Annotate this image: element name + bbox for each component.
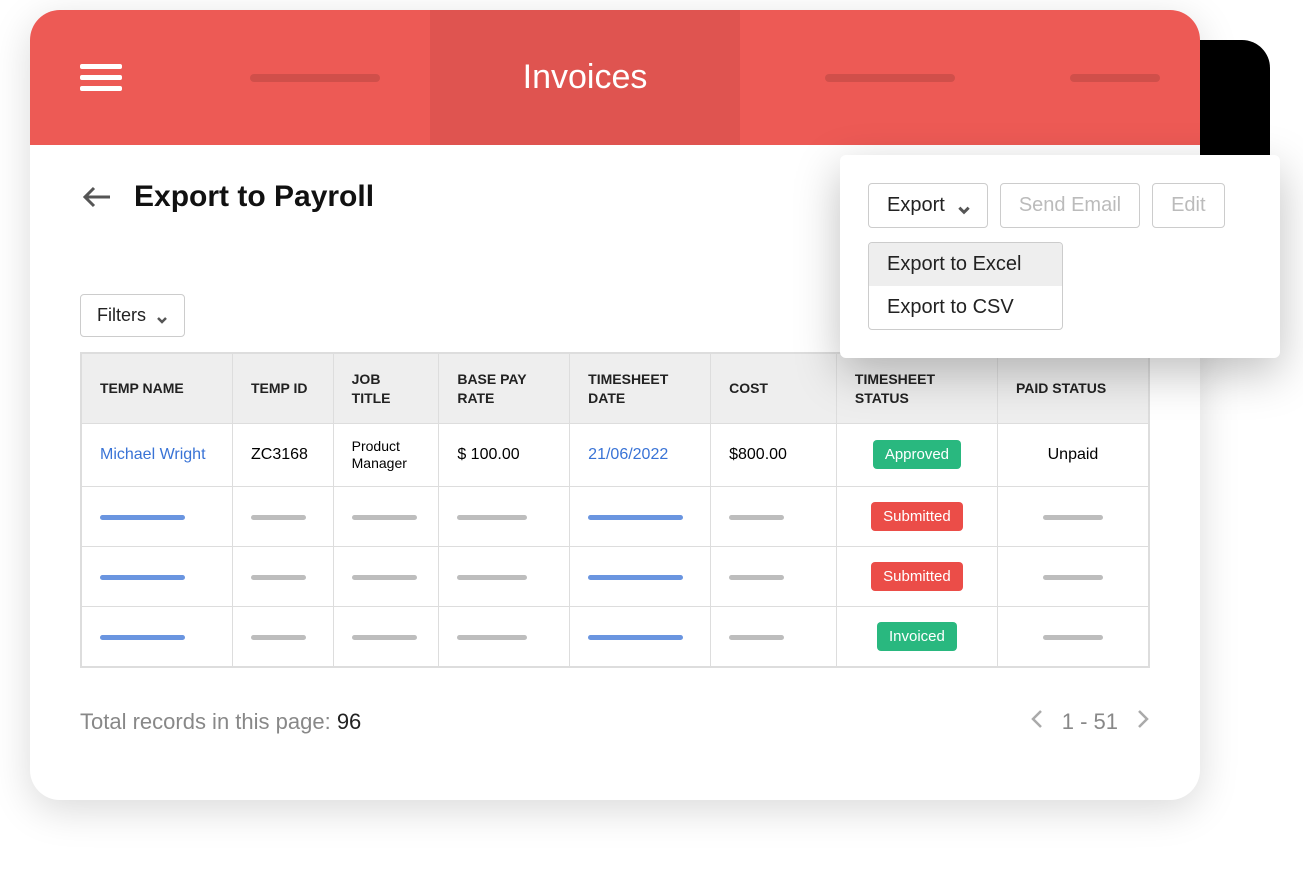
chevron-down-icon: [957, 200, 969, 212]
cell-base-pay-rate: $ 100.00: [439, 424, 570, 487]
cell-timesheet-date[interactable]: [570, 486, 711, 546]
col-cost[interactable]: COST: [711, 354, 837, 424]
cell-paid-status: [997, 606, 1148, 666]
cell-cost: [711, 606, 837, 666]
cell-timesheet-status: Submitted: [836, 486, 997, 546]
export-to-excel-item[interactable]: Export to Excel: [869, 243, 1062, 286]
nav-tab-label: Invoices: [523, 58, 648, 97]
cell-temp-name[interactable]: [82, 606, 233, 666]
export-button[interactable]: Export: [868, 183, 988, 228]
pager: 1 - 51: [1030, 708, 1150, 736]
cell-paid-status: [997, 546, 1148, 606]
nav-tab-invoices[interactable]: Invoices: [430, 10, 740, 145]
cell-paid-status: Unpaid: [997, 424, 1148, 487]
cell-timesheet-date[interactable]: 21/06/2022: [570, 424, 711, 487]
cell-timesheet-date[interactable]: [570, 546, 711, 606]
pager-next-icon[interactable]: [1136, 708, 1150, 736]
cell-temp-name[interactable]: [82, 546, 233, 606]
cell-temp-id: ZC3168: [232, 424, 333, 487]
status-badge: Submitted: [871, 502, 963, 531]
status-badge: Submitted: [871, 562, 963, 591]
col-temp-name[interactable]: TEMP NAME: [82, 354, 233, 424]
cell-job-title: [333, 606, 439, 666]
table-row[interactable]: Submitted: [82, 546, 1149, 606]
col-base-pay-rate[interactable]: BASE PAY RATE: [439, 354, 570, 424]
send-email-label: Send Email: [1019, 194, 1121, 217]
filters-button[interactable]: Filters: [80, 294, 185, 337]
actions-panel: Export Send Email Edit Export to Excel E…: [840, 155, 1280, 358]
pager-range: 1 - 51: [1062, 709, 1118, 735]
edit-label: Edit: [1171, 194, 1205, 217]
cell-job-title: [333, 546, 439, 606]
col-timesheet-date[interactable]: TIMESHEET DATE: [570, 354, 711, 424]
app-window: Invoices Export to Payroll Filters: [30, 10, 1200, 800]
cell-base-pay-rate: [439, 546, 570, 606]
menu-icon[interactable]: [80, 58, 122, 97]
cell-timesheet-status: Submitted: [836, 546, 997, 606]
back-arrow-icon[interactable]: [80, 180, 114, 214]
cell-job-title: Product Manager: [333, 424, 439, 487]
cell-temp-name[interactable]: Michael Wright: [82, 424, 233, 487]
cell-cost: [711, 546, 837, 606]
table-row[interactable]: Invoiced: [82, 606, 1149, 666]
export-dropdown: Export to Excel Export to CSV: [868, 242, 1063, 330]
records-count-value: 96: [337, 709, 361, 734]
actions-row: Export Send Email Edit: [868, 183, 1252, 228]
nav-item-placeholder[interactable]: [200, 10, 430, 145]
pager-prev-icon[interactable]: [1030, 708, 1044, 736]
records-count: Total records in this page: 96: [80, 709, 361, 735]
table-header-row: TEMP NAME TEMP ID JOB TITLE BASE PAY RAT…: [82, 354, 1149, 424]
records-count-label: Total records in this page:: [80, 709, 337, 734]
export-to-csv-item[interactable]: Export to CSV: [869, 286, 1062, 329]
cell-timesheet-status: Invoiced: [836, 606, 997, 666]
table-row[interactable]: Michael Wright ZC3168 Product Manager $ …: [82, 424, 1149, 487]
col-job-title[interactable]: JOB TITLE: [333, 354, 439, 424]
col-timesheet-status[interactable]: TIMESHEET STATUS: [836, 354, 997, 424]
col-temp-id[interactable]: TEMP ID: [232, 354, 333, 424]
col-paid-status[interactable]: PAID STATUS: [997, 354, 1148, 424]
filters-label: Filters: [97, 305, 146, 326]
cell-temp-id: [232, 606, 333, 666]
table-footer: Total records in this page: 96 1 - 51: [80, 708, 1150, 736]
data-table: TEMP NAME TEMP ID JOB TITLE BASE PAY RAT…: [80, 352, 1150, 668]
cell-temp-id: [232, 486, 333, 546]
cell-cost: [711, 486, 837, 546]
cell-timesheet-date[interactable]: [570, 606, 711, 666]
cell-job-title: [333, 486, 439, 546]
page-title: Export to Payroll: [134, 180, 374, 214]
topbar: Invoices: [30, 10, 1200, 145]
export-label: Export: [887, 194, 945, 217]
nav-item-placeholder[interactable]: [770, 10, 1010, 145]
cell-timesheet-status: Approved: [836, 424, 997, 487]
status-badge: Approved: [873, 440, 961, 469]
cell-paid-status: [997, 486, 1148, 546]
cell-base-pay-rate: [439, 486, 570, 546]
cell-base-pay-rate: [439, 606, 570, 666]
cell-cost: $800.00: [711, 424, 837, 487]
nav-item-placeholder[interactable]: [1030, 10, 1200, 145]
status-badge: Invoiced: [877, 622, 957, 651]
chevron-down-icon: [156, 310, 168, 322]
cell-temp-name[interactable]: [82, 486, 233, 546]
edit-button[interactable]: Edit: [1152, 183, 1224, 228]
table-row[interactable]: Submitted: [82, 486, 1149, 546]
send-email-button[interactable]: Send Email: [1000, 183, 1140, 228]
cell-temp-id: [232, 546, 333, 606]
